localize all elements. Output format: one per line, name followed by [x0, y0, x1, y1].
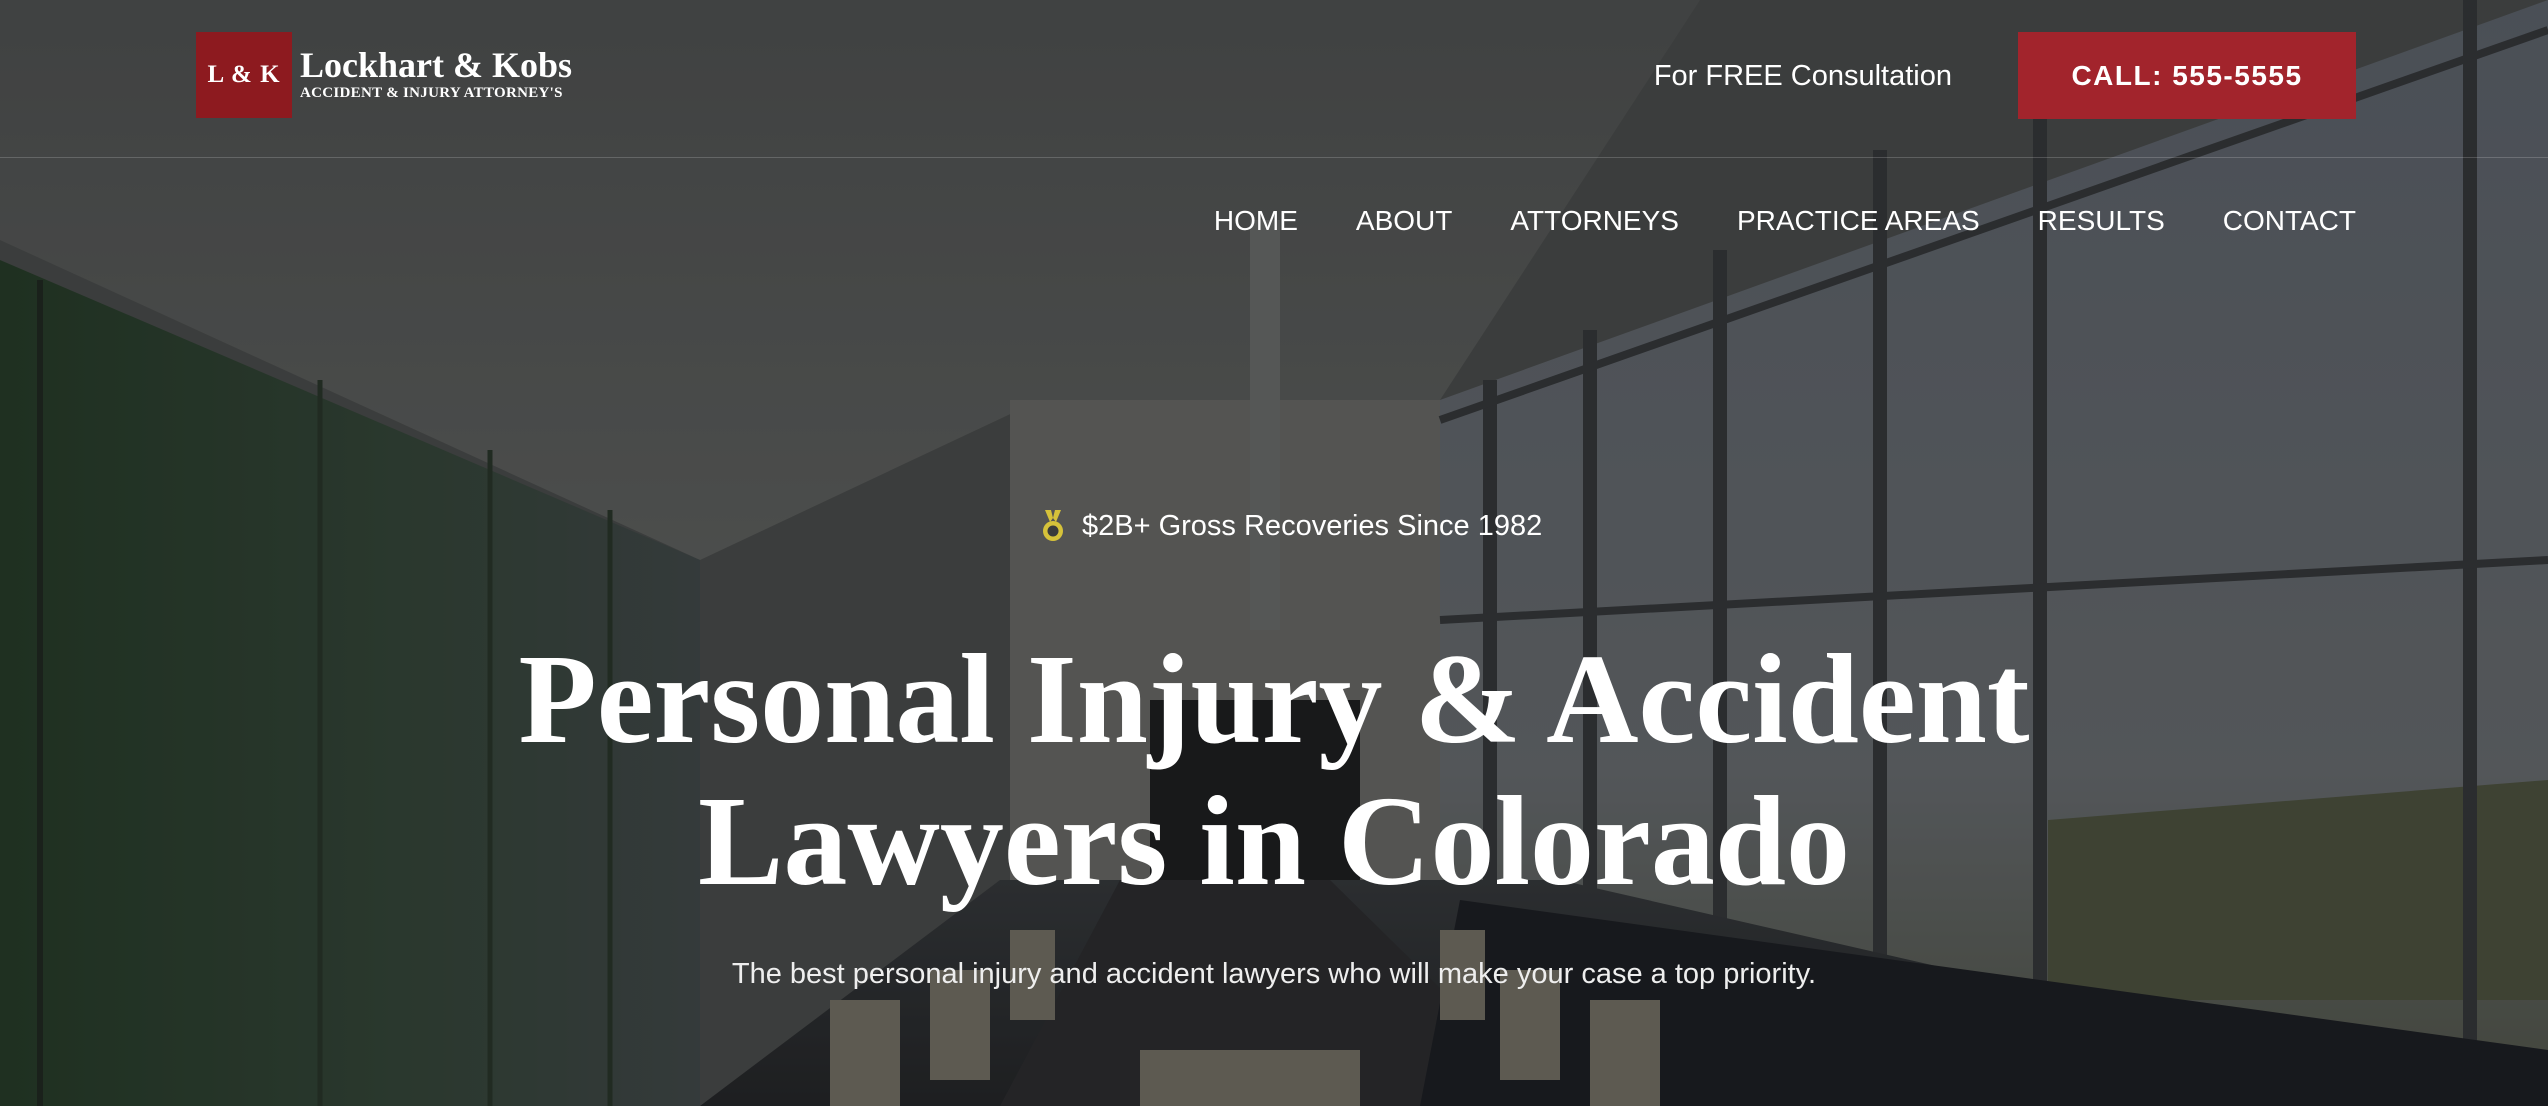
nav-item-about[interactable]: ABOUT — [1356, 198, 1452, 244]
logo-mark: L & K — [196, 32, 292, 118]
main-nav: HOME ABOUT ATTORNEYS PRACTICE AREAS RESU… — [1214, 198, 2356, 244]
medal-icon — [1040, 510, 1066, 542]
hero-dark-overlay — [0, 0, 2548, 1106]
headline-line-2: Lawyers in Colorado — [698, 770, 1850, 912]
hero-section: L & K Lockhart & Kobs ACCIDENT & INJURY … — [0, 0, 2548, 1106]
site-logo[interactable]: L & K Lockhart & Kobs ACCIDENT & INJURY … — [196, 32, 572, 118]
hero-subheadline: The best personal injury and accident la… — [731, 958, 1817, 990]
nav-item-contact[interactable]: CONTACT — [2223, 198, 2356, 244]
recoveries-badge: $2B+ Gross Recoveries Since 1982 — [1040, 505, 1542, 547]
badge-text: $2B+ Gross Recoveries Since 1982 — [1082, 510, 1543, 542]
free-consultation-text: For FREE Consultation — [1653, 60, 1952, 92]
nav-item-attorneys[interactable]: ATTORNEYS — [1510, 198, 1679, 244]
page-headline: Personal Injury & Accident Lawyers in Co… — [274, 628, 2274, 912]
site-header: L & K Lockhart & Kobs ACCIDENT & INJURY … — [0, 0, 2548, 158]
logo-text: Lockhart & Kobs ACCIDENT & INJURY ATTORN… — [300, 47, 572, 103]
nav-item-results[interactable]: RESULTS — [2038, 198, 2165, 244]
firm-name: Lockhart & Kobs — [300, 45, 573, 85]
headline-line-1: Personal Injury & Accident — [518, 628, 2030, 770]
call-button[interactable]: CALL: 555-5555 — [2018, 32, 2356, 119]
nav-item-home[interactable]: HOME — [1214, 198, 1298, 244]
firm-tagline: ACCIDENT & INJURY ATTORNEY'S — [300, 85, 563, 101]
nav-item-practice-areas[interactable]: PRACTICE AREAS — [1737, 198, 1980, 244]
